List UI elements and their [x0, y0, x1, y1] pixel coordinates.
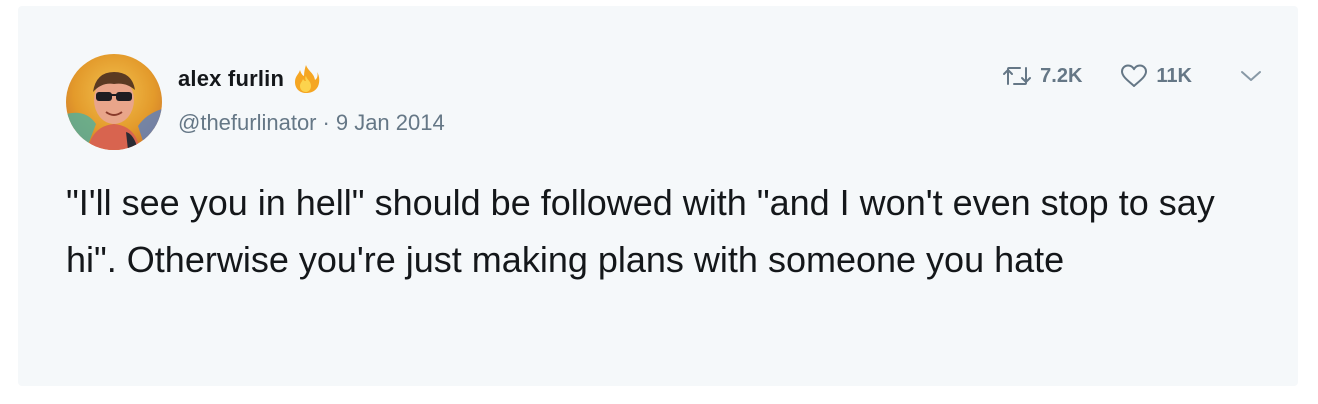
like-button[interactable]: 11K — [1120, 64, 1192, 88]
tweet-meta: @thefurlinator · 9 Jan 2014 — [178, 110, 445, 136]
tweet-menu-button[interactable] — [1240, 69, 1262, 83]
avatar[interactable] — [66, 54, 162, 150]
retweet-icon — [1003, 67, 1032, 85]
fire-emoji-icon — [295, 65, 320, 93]
retweet-count: 7.2K — [1040, 64, 1083, 87]
tweet-actions: 7.2K 11K — [1002, 62, 1262, 90]
avatar-image — [66, 54, 162, 150]
tweet-text: "I'll see you in hell" should be followe… — [66, 182, 1215, 280]
meta-separator: · — [322, 110, 330, 135]
tweet-date[interactable]: 9 Jan 2014 — [336, 110, 445, 135]
heart-icon — [1121, 64, 1148, 87]
retweet-button[interactable]: 7.2K — [1002, 65, 1082, 88]
author-handle[interactable]: @thefurlinator — [178, 110, 317, 135]
tweet-card: alex furlin @thefurlinator · 9 Jan 2014 7.… — [18, 6, 1298, 386]
author-display-name[interactable]: alex furlin — [178, 66, 284, 92]
chevron-down-icon — [1241, 71, 1261, 81]
author-row: alex furlin — [178, 64, 320, 94]
like-count: 11K — [1156, 64, 1192, 87]
